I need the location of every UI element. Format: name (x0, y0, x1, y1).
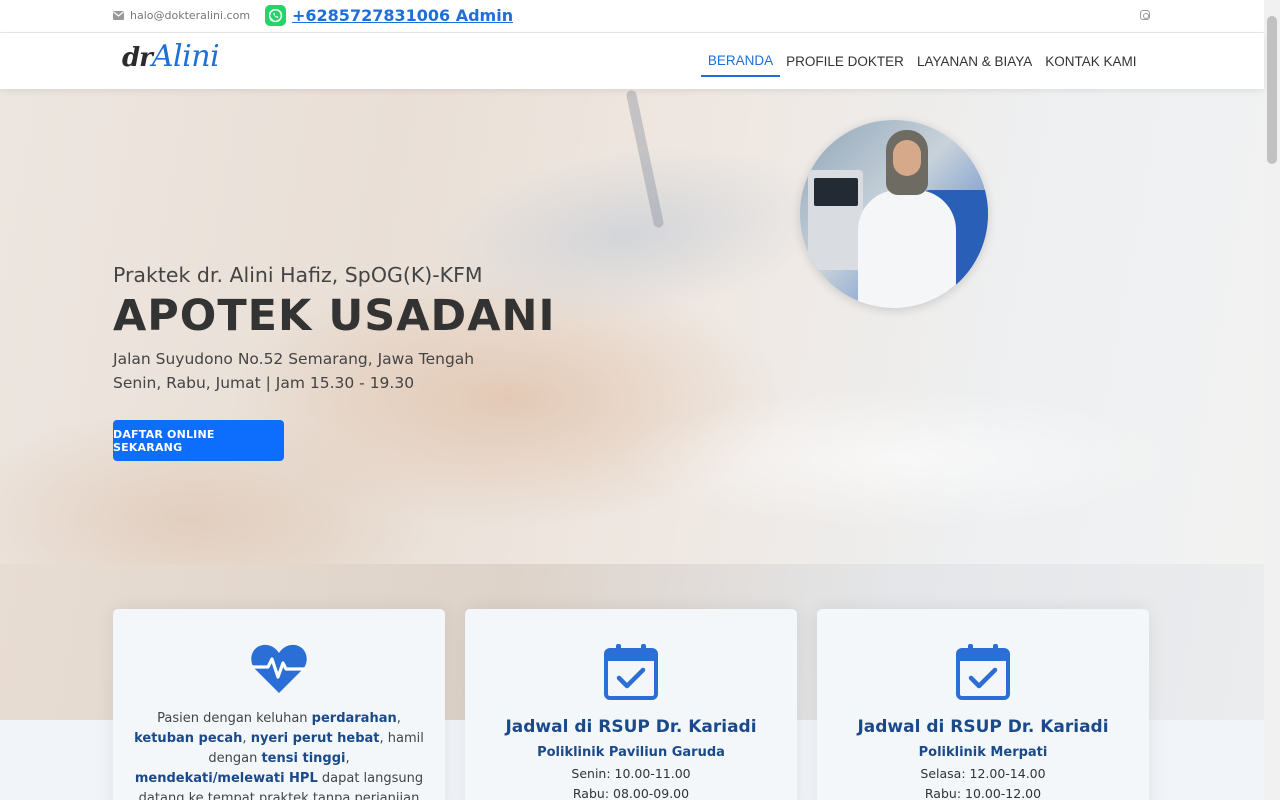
envelope-icon (113, 11, 124, 20)
walkin-text-segment: , (396, 711, 401, 726)
nav-menu: BERANDA PROFILE DOKTER LAYANAN & BIAYA K… (701, 33, 1143, 89)
logo-dr: dr (122, 43, 153, 73)
hero-address: Jalan Suyudono No.52 Semarang, Jawa Teng… (113, 350, 475, 368)
calendar-check-icon (956, 644, 1010, 700)
hero-section: Praktek dr. Alini Hafiz, SpOG(K)-KFM APO… (0, 89, 1264, 564)
heartbeat-icon (251, 644, 307, 693)
walkin-highlight: mendekati/melewati HPL (134, 771, 318, 786)
walkin-text-segment: , (242, 731, 251, 746)
register-online-button[interactable]: DAFTAR ONLINE SEKARANG (113, 420, 284, 461)
top-bar: halo@dokteralini.com +6285727831006 Admi… (0, 0, 1264, 33)
schedule-card-garuda: Jadwal di RSUP Dr. Kariadi Poliklinik Pa… (465, 609, 797, 800)
whatsapp-link[interactable]: +6285727831006 Admin (292, 6, 513, 25)
walkin-highlight: tensi tinggi (261, 751, 346, 766)
instagram-icon[interactable] (1140, 10, 1150, 20)
hero-subtitle: Praktek dr. Alini Hafiz, SpOG(K)-KFM (113, 263, 483, 287)
walkin-highlight: ketuban pecah (134, 731, 243, 746)
hero-title: APOTEK USADANI (113, 291, 556, 341)
walkin-highlight: nyeri perut hebat (250, 731, 380, 746)
schedule-line: Rabu: 10.00-12.00 (924, 786, 1042, 800)
whatsapp-icon (265, 5, 286, 26)
schedule-line: Selasa: 12.00-14.00 (920, 766, 1046, 781)
schedule-line: Rabu: 08.00-09.00 (572, 786, 690, 800)
nav-item-layanan-biaya[interactable]: LAYANAN & BIAYA (910, 46, 1038, 77)
contact-email-text: halo@dokteralini.com (130, 9, 251, 22)
calendar-check-icon (604, 644, 658, 700)
info-card-walkin: Pasien dengan keluhan perdarahan, ketuba… (113, 609, 445, 800)
walkin-text-segment: Pasien dengan keluhan (157, 711, 312, 726)
hero-address-block: Jalan Suyudono No.52 Semarang, Jawa Teng… (113, 347, 555, 395)
photo-coat (858, 190, 956, 308)
nav-item-beranda[interactable]: BERANDA (701, 45, 780, 77)
page-scrollbar[interactable] (1264, 0, 1280, 800)
schedule-title: Jadwal di RSUP Dr. Kariadi (857, 717, 1109, 737)
main-navbar: dr Alini BERANDA PROFILE DOKTER LAYANAN … (0, 33, 1264, 89)
photo-ultrasound-screen (814, 178, 858, 206)
schedule-title: Jadwal di RSUP Dr. Kariadi (505, 717, 757, 737)
nav-item-kontak-kami[interactable]: KONTAK KAMI (1039, 46, 1143, 77)
hero-text: Praktek dr. Alini Hafiz, SpOG(K)-KFM APO… (113, 263, 555, 395)
photo-face (893, 140, 921, 176)
schedule-clinic: Poliklinik Merpati (918, 745, 1048, 760)
logo-name: Alini (151, 39, 220, 74)
schedule-card-merpati: Jadwal di RSUP Dr. Kariadi Poliklinik Me… (817, 609, 1149, 800)
site-logo[interactable]: dr Alini (122, 39, 220, 74)
walkin-highlight: perdarahan (311, 711, 397, 726)
doctor-photo (800, 120, 988, 308)
scrollbar-thumb[interactable] (1267, 16, 1277, 164)
contact-email[interactable]: halo@dokteralini.com (113, 9, 250, 22)
walkin-text-segment: , (345, 751, 350, 766)
hero-schedule: Senin, Rabu, Jumat | Jam 15.30 - 19.30 (113, 374, 415, 392)
whatsapp-contact[interactable]: +6285727831006 Admin (265, 5, 513, 26)
schedule-clinic: Poliklinik Paviliun Garuda (537, 745, 725, 760)
nav-item-profile-dokter[interactable]: PROFILE DOKTER (780, 46, 911, 77)
hero-background-shape (620, 389, 1180, 529)
walkin-info-text: Pasien dengan keluhan perdarahan, ketuba… (133, 709, 425, 800)
schedule-line: Senin: 10.00-11.00 (571, 766, 691, 781)
